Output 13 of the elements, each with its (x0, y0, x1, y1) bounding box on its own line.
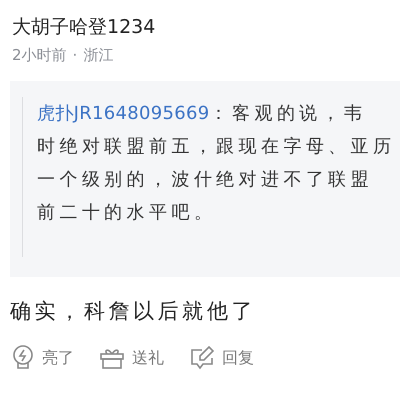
author-link[interactable]: 虎扑JR1648095669 (37, 103, 210, 124)
username[interactable]: 大胡子哈登1234 (12, 14, 400, 40)
gift-icon (100, 347, 124, 369)
lightbulb-icon (12, 345, 34, 371)
comment-text: 确实，科詹以后就他了 (10, 298, 257, 325)
location: 浙江 (83, 46, 114, 65)
like-button[interactable]: 亮了 (12, 345, 74, 371)
reply-button[interactable]: 回复 (190, 345, 254, 371)
post-time: 2小时前 (12, 46, 67, 65)
gift-button[interactable]: 送礼 (100, 345, 164, 371)
separator-dot: · (72, 46, 78, 65)
edit-comment-icon (190, 346, 214, 370)
quote-text: 虎扑JR1648095669：客观的说，韦 时绝对联盟前五，跟现在字母、亚历 一个级别的，波什绝对进不了联盟 前二十的水平吧。 (37, 102, 396, 225)
